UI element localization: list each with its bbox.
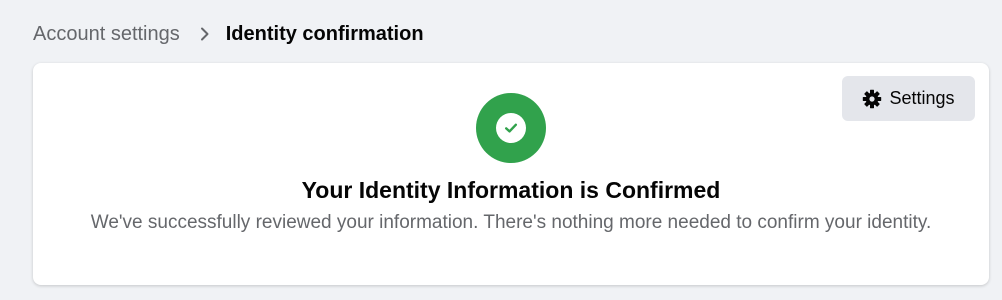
breadcrumb: Account settings Identity confirmation [33,19,424,49]
chevron-right-icon [197,26,213,42]
identity-status-card: Settings Your Identity Information is Co… [33,63,989,285]
confirmation-description: We've successfully reviewed your informa… [90,212,932,233]
settings-button-label: Settings [889,88,955,108]
confirmation-title: Your Identity Information is Confirmed [301,177,721,203]
check-circle-icon [476,93,546,163]
checkmark-icon [496,113,526,143]
breadcrumb-account-settings-link[interactable]: Account settings [33,23,180,46]
breadcrumb-current-page: Identity confirmation [225,22,424,45]
gear-icon [862,89,882,109]
settings-button[interactable]: Settings [842,76,975,121]
